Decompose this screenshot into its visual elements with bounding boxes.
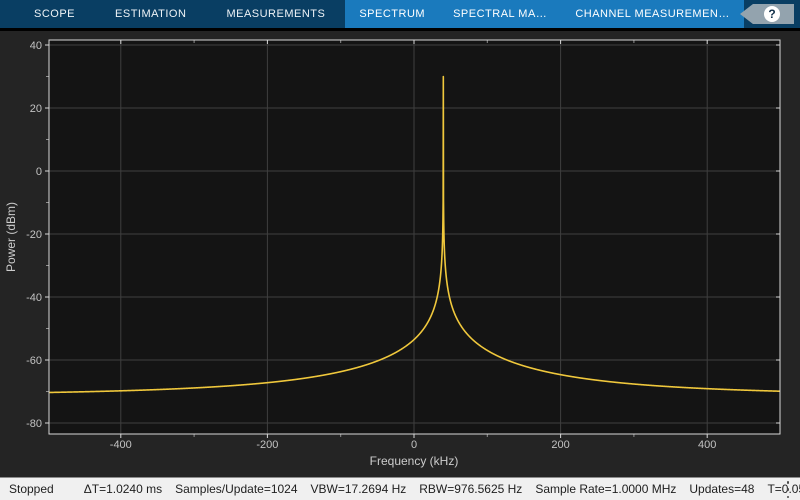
x-tick-label: 0 xyxy=(411,439,417,451)
status-samples-per-update: Samples/Update=1024 xyxy=(175,482,297,496)
x-axis-label: Frequency (kHz) xyxy=(370,454,459,468)
help-button[interactable]: ? xyxy=(740,4,794,24)
y-tick-label: -60 xyxy=(26,355,42,367)
y-axis-label: Power (dBm) xyxy=(4,202,18,272)
status-rbw: RBW=976.5625 Hz xyxy=(419,482,522,496)
tab-measurements[interactable]: MEASUREMENTS xyxy=(206,0,345,28)
y-tick-label: 40 xyxy=(30,40,42,52)
tab-estimation[interactable]: ESTIMATION xyxy=(95,0,206,28)
spectrum-analyzer-figure: 40200-20-40-60-80-400-2000200400Frequenc… xyxy=(0,31,800,477)
tab-scope[interactable]: SCOPE xyxy=(14,0,95,28)
tab-channel-measurements[interactable]: CHANNEL MEASUREMEN… xyxy=(561,0,744,28)
x-tick-label: -400 xyxy=(110,439,132,451)
spectrum-chart[interactable]: 40200-20-40-60-80-400-2000200400Frequenc… xyxy=(0,31,800,477)
status-vbw: VBW=17.2694 Hz xyxy=(311,482,407,496)
contextual-tab-group: SPECTRUM SPECTRAL MA… CHANNEL MEASUREMEN… xyxy=(345,0,744,28)
y-tick-label: 0 xyxy=(36,166,42,178)
scope-state: Stopped xyxy=(9,482,54,496)
tab-spectrum[interactable]: SPECTRUM xyxy=(345,0,439,28)
kebab-menu-icon[interactable] xyxy=(783,481,793,498)
tab-spectral-mask[interactable]: SPECTRAL MA… xyxy=(439,0,561,28)
status-delta-t: ΔT=1.0240 ms xyxy=(84,482,162,496)
x-tick-label: 200 xyxy=(551,439,569,451)
status-updates: Updates=48 xyxy=(689,482,754,496)
y-tick-label: 20 xyxy=(30,103,42,115)
y-tick-label: -80 xyxy=(26,418,42,430)
help-icon: ? xyxy=(764,6,780,22)
y-tick-label: -20 xyxy=(26,229,42,241)
toolstrip: SCOPE ESTIMATION MEASUREMENTS SPECTRUM S… xyxy=(0,0,800,28)
status-bar: Stopped ΔT=1.0240 ms Samples/Update=1024… xyxy=(0,477,800,500)
status-sample-rate: Sample Rate=1.0000 MHz xyxy=(535,482,676,496)
x-tick-label: 400 xyxy=(698,439,716,451)
x-tick-label: -200 xyxy=(256,439,278,451)
y-tick-label: -40 xyxy=(26,292,42,304)
